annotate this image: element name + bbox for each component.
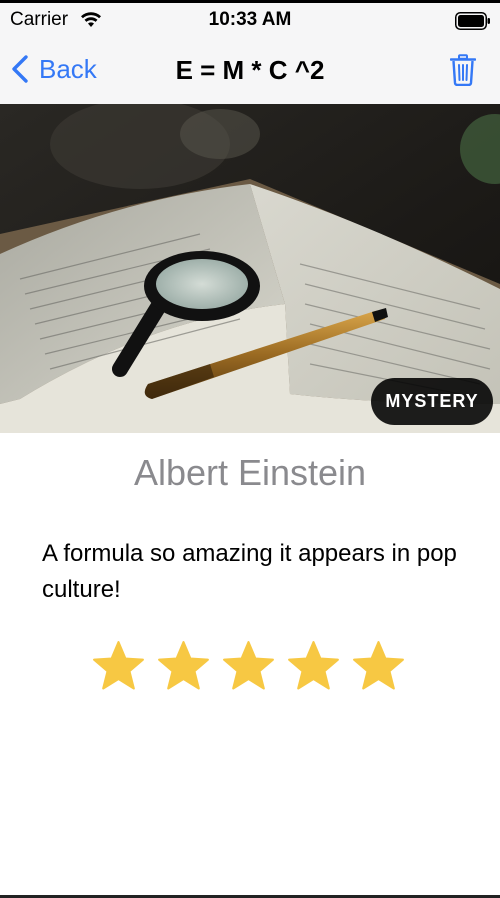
navigation-bar: Back E = M * C ^2 xyxy=(0,37,500,104)
star-icon xyxy=(223,641,274,690)
star-icon xyxy=(288,641,339,690)
star-rating xyxy=(92,640,405,696)
page-title: E = M * C ^2 xyxy=(175,55,325,85)
status-time: 10:33 AM xyxy=(208,9,292,30)
star-icon xyxy=(353,641,404,690)
battery-icon xyxy=(455,12,490,30)
genre-badge: MYSTERY xyxy=(371,378,493,425)
author-name: Albert Einstein xyxy=(133,452,367,493)
trash-icon[interactable] xyxy=(450,54,476,86)
star-icon xyxy=(93,641,144,690)
quote-description: A formula so amazing it appears in pop c… xyxy=(42,540,457,603)
star-icon xyxy=(158,641,209,690)
quote-detail-screen: Carrier 10:33 AM Back E = M * C ^2 MYSTE… xyxy=(0,0,500,898)
status-bar: Carrier 10:33 AM xyxy=(0,3,500,37)
